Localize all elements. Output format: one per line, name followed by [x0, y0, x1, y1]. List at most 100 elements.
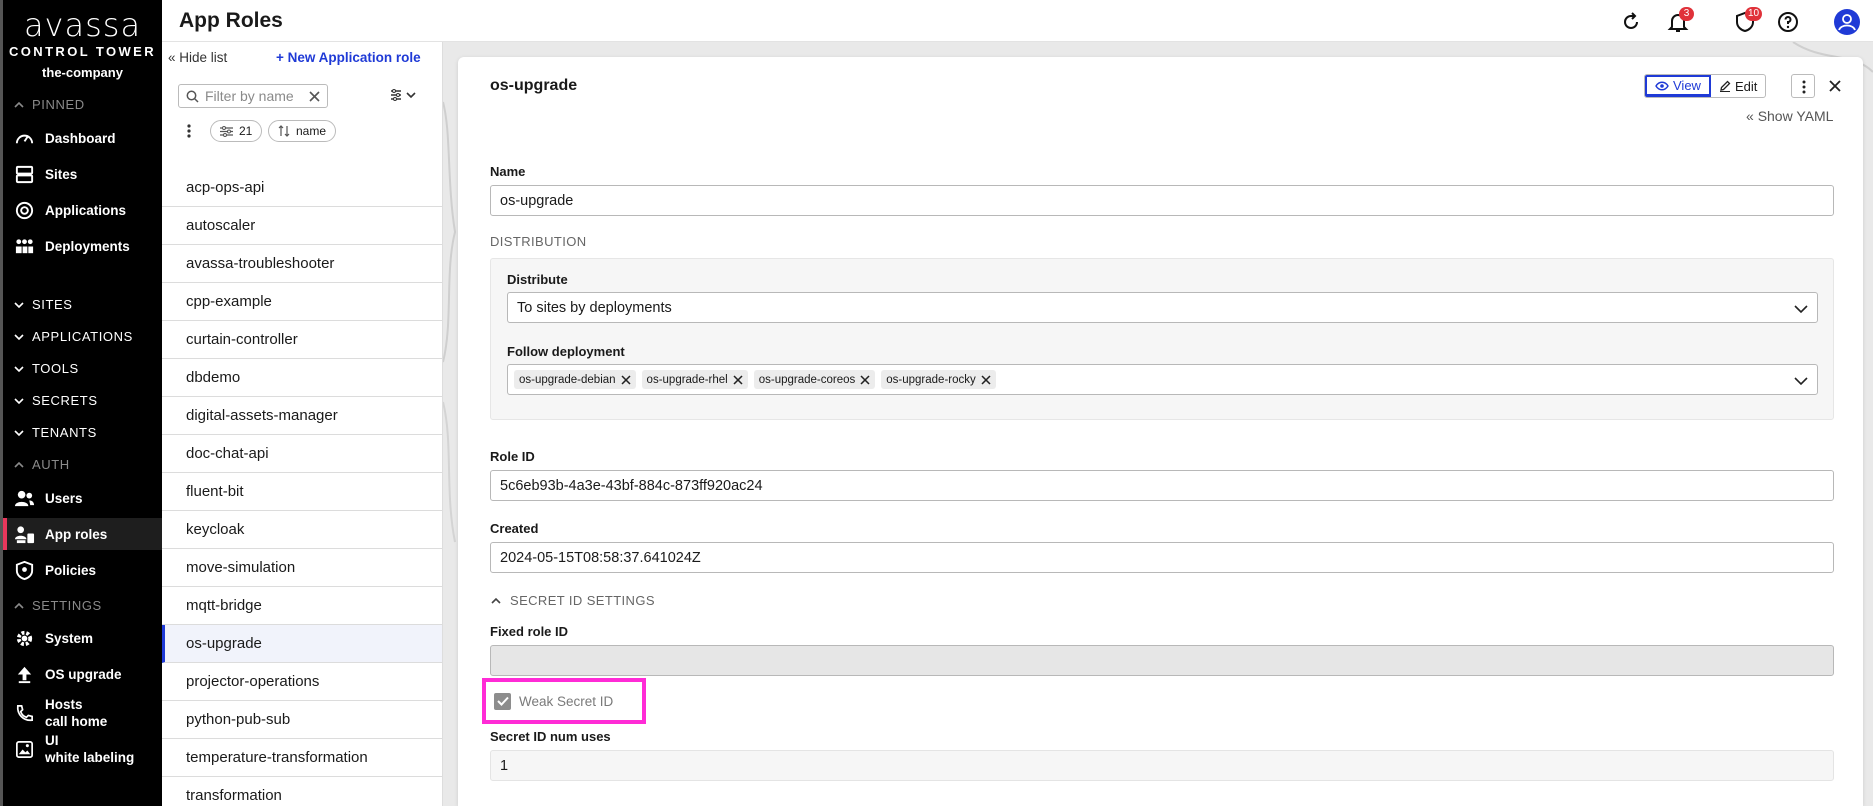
list-item[interactable]: curtain-controller [162, 321, 442, 359]
brand: avassa CONTROL TOWER the-company [3, 0, 162, 80]
chevron-down-icon [14, 397, 24, 404]
clear-icon[interactable] [309, 91, 320, 102]
users-icon [14, 490, 35, 506]
list-item[interactable]: acp-ops-api [162, 169, 442, 207]
deployment-tag-label: os-upgrade-coreos [758, 373, 856, 386]
shield-icon [15, 560, 34, 580]
list-item[interactable]: projector-operations [162, 663, 442, 701]
list-item[interactable]: move-simulation [162, 549, 442, 587]
show-yaml-button[interactable]: « Show YAML [1746, 108, 1833, 124]
sidebar-item-label: Deployments [45, 238, 130, 254]
arrow-up-icon [17, 666, 32, 683]
list-item[interactable]: mqtt-bridge [162, 587, 442, 625]
chevron-down-icon [14, 301, 24, 308]
section-auth[interactable]: AUTH [13, 457, 70, 472]
sidebar-item-policies[interactable]: Policies [3, 554, 162, 586]
refresh-icon[interactable] [1619, 10, 1643, 34]
weak-secret-id-checkbox[interactable] [494, 692, 511, 710]
brand-logo[interactable]: avassa [3, 9, 162, 41]
new-role-label: New Application role [287, 50, 421, 65]
section-applications[interactable]: APPLICATIONS [13, 329, 133, 344]
follow-deployment-label: Follow deployment [507, 344, 625, 359]
list-item[interactable]: transformation [162, 777, 442, 806]
sidebar-item-ui-white-labeling[interactable]: UI white labeling [3, 730, 162, 768]
target-icon [15, 201, 34, 219]
list-item[interactable]: fluent-bit [162, 473, 442, 511]
fixed-role-id-field[interactable] [490, 645, 1834, 676]
alerts-button[interactable]: 10 [1733, 7, 1763, 34]
distribute-select[interactable]: To sites by deployments [507, 292, 1818, 323]
sidebar-item-label: App roles [45, 526, 108, 542]
close-icon[interactable] [1827, 78, 1843, 94]
section-pinned[interactable]: PINNED [13, 97, 85, 112]
remove-tag-icon[interactable] [621, 374, 631, 385]
role-id-field[interactable]: 5c6eb93b-4a3e-43bf-884c-873ff920ac24 [490, 470, 1834, 501]
chevron-up-icon [14, 602, 24, 609]
filter-count-pill[interactable]: 21 [210, 120, 263, 142]
deployment-tag-label: os-upgrade-rhel [646, 373, 728, 386]
edit-button[interactable]: Edit [1711, 75, 1765, 97]
chevron-down-icon [1794, 305, 1808, 314]
distribute-value: To sites by deployments [517, 299, 672, 316]
show-yaml-label: Show YAML [1757, 108, 1834, 124]
remove-tag-icon[interactable] [981, 374, 991, 385]
sidebar-item-app-roles[interactable]: App roles [3, 518, 162, 550]
app-role-list: acp-ops-api autoscaler avassa-troubleshoot… [162, 169, 442, 806]
sidebar-item-applications[interactable]: Applications [3, 194, 162, 226]
ui-line-2: white labeling [45, 750, 135, 765]
sidebar-item-os-upgrade[interactable]: OS upgrade [3, 658, 162, 690]
list-item[interactable]: cpp-example [162, 283, 442, 321]
detail-title: os-upgrade [490, 77, 578, 94]
list-item[interactable]: keycloak [162, 511, 442, 549]
more-actions-button[interactable] [1791, 74, 1815, 98]
section-sites[interactable]: SITES [13, 297, 73, 312]
sidebar-item-sites[interactable]: Sites [3, 158, 162, 190]
sidebar-item-system[interactable]: System [3, 622, 162, 654]
list-item[interactable]: temperature-transformation [162, 739, 442, 777]
list-item[interactable]: doc-chat-api [162, 435, 442, 473]
column-settings-button[interactable] [390, 88, 418, 107]
view-button[interactable]: View [1645, 75, 1711, 97]
sidebar-item-deployments[interactable]: Deployments [3, 230, 162, 262]
list-item[interactable]: digital-assets-manager [162, 397, 442, 435]
follow-deployment-tags: os-upgrade-debian os-upgrade-rhel os-upgra… [514, 370, 1002, 389]
new-application-role-button[interactable]: + New Application role [276, 50, 421, 65]
list-item[interactable]: autoscaler [162, 207, 442, 245]
filter-field[interactable] [178, 84, 328, 108]
settings-sliders-icon [391, 89, 416, 101]
follow-deployment-select[interactable]: os-upgrade-debian os-upgrade-rhel os-upgra… [507, 364, 1818, 395]
sidebar-item-dashboard[interactable]: Dashboard [3, 122, 162, 154]
name-field[interactable]: os-upgrade [490, 185, 1834, 216]
section-tenants[interactable]: TENANTS [13, 425, 97, 440]
sort-pill[interactable]: name [268, 120, 337, 142]
section-settings[interactable]: SETTINGS [13, 598, 102, 613]
secret-id-settings-toggle[interactable]: SECRET ID SETTINGS [490, 593, 655, 608]
notifications-button[interactable]: 3 [1666, 7, 1694, 34]
remove-tag-icon[interactable] [733, 374, 743, 385]
list-item[interactable]: avassa-troubleshooter [162, 245, 442, 283]
sidebar-item-users[interactable]: Users [3, 482, 162, 514]
hide-list-button[interactable]: « Hide list [168, 50, 227, 65]
help-icon[interactable] [1776, 10, 1800, 34]
more-vertical-icon[interactable] [187, 124, 191, 138]
weak-secret-id-checkbox-row[interactable]: Weak Secret ID [482, 678, 646, 724]
alerts-badge: 10 [1745, 7, 1763, 21]
top-bar: App Roles 3 10 [162, 0, 1873, 42]
distribution-section-header: DISTRIBUTION [490, 234, 587, 249]
list-item[interactable]: dbdemo [162, 359, 442, 397]
section-label: AUTH [32, 457, 70, 472]
list-item[interactable]: os-upgrade [162, 625, 442, 663]
section-label: PINNED [32, 97, 85, 112]
user-avatar-icon[interactable] [1834, 9, 1860, 35]
sidebar-item-hosts-call-home[interactable]: Hosts call home [3, 694, 162, 732]
section-secrets[interactable]: SECRETS [13, 393, 98, 408]
remove-tag-icon[interactable] [860, 374, 870, 385]
filter-input[interactable] [205, 88, 315, 104]
company-name[interactable]: the-company [3, 65, 162, 80]
created-field[interactable]: 2024-05-15T08:58:37.641024Z [490, 542, 1834, 573]
list-item[interactable]: python-pub-sub [162, 701, 442, 739]
chevron-up-icon [14, 101, 24, 108]
secret-num-uses-field[interactable]: 1 [490, 750, 1834, 781]
image-icon [16, 740, 33, 758]
section-tools[interactable]: TOOLS [13, 361, 79, 376]
